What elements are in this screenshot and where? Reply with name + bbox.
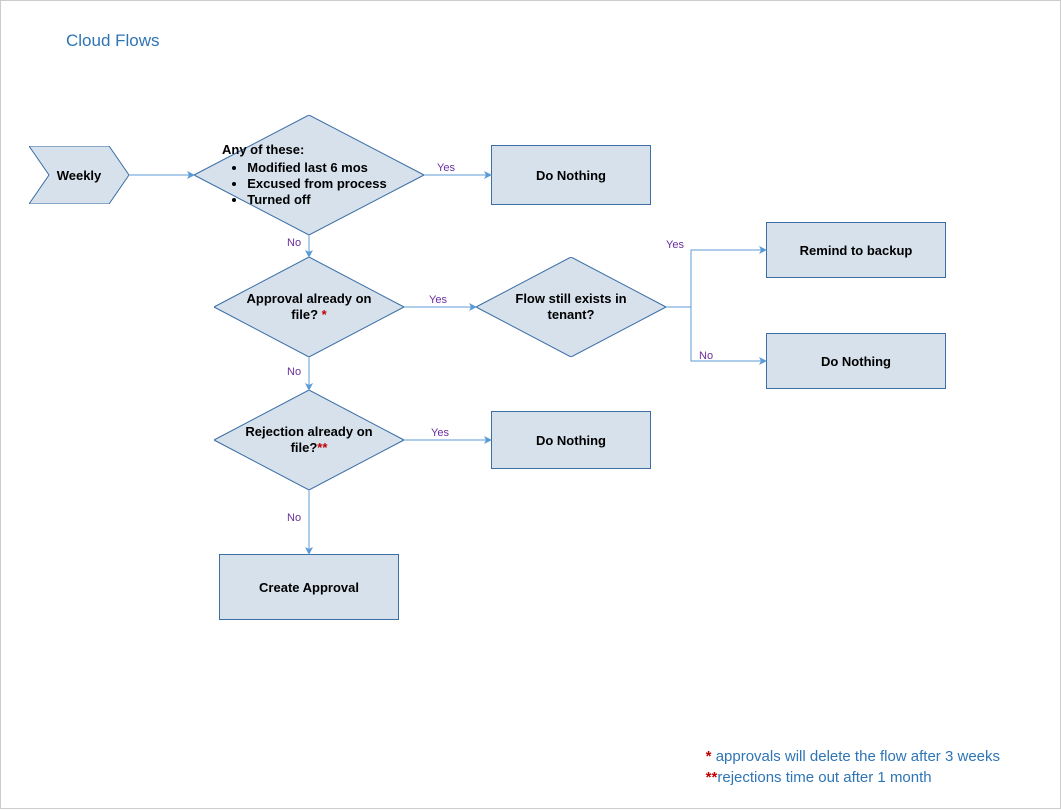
footnotes: * approvals will delete the flow after 3… — [706, 746, 1000, 788]
edge-d3-yes: Yes — [666, 239, 684, 251]
decision-flow-exists: Flow still exists in tenant? — [476, 257, 666, 357]
process-remind-backup: Remind to backup — [766, 222, 946, 278]
footnote-1-text: approvals will delete the flow after 3 w… — [716, 748, 1000, 765]
decision-rejection-on-file: Rejection already on file?** — [214, 390, 404, 490]
decision-any-of-these: Any of these: Modified last 6 mos Excuse… — [194, 115, 424, 235]
process-do-nothing-3: Do Nothing — [491, 411, 651, 469]
edge-d4-yes: Yes — [431, 427, 449, 439]
edge-d2-no: No — [287, 366, 301, 378]
d1-header: Any of these: — [212, 142, 406, 158]
d2-note: * — [322, 307, 327, 322]
d4-note: ** — [317, 440, 327, 455]
d3-text: Flow still exists in tenant? — [494, 291, 648, 324]
d1-bullets: Modified last 6 mos Excused from process… — [231, 160, 386, 209]
arrows-layer — [1, 1, 1061, 810]
edge-d2-yes: Yes — [429, 294, 447, 306]
edge-d1-yes: Yes — [437, 162, 455, 174]
footnote-2-text: rejections time out after 1 month — [717, 769, 931, 786]
page-title: Cloud Flows — [66, 31, 160, 51]
process-do-nothing-2: Do Nothing — [766, 333, 946, 389]
process-create-approval: Create Approval — [219, 554, 399, 620]
start-label: Weekly — [29, 146, 129, 204]
flowchart-canvas: Cloud Flows Weekly Any of these: Modifie… — [0, 0, 1061, 809]
edge-d4-no: No — [287, 512, 301, 524]
decision-approval-on-file: Approval already on file? * — [214, 257, 404, 357]
footnote-1-marker: * — [706, 748, 716, 765]
d2-text: Approval already on file? — [247, 291, 372, 322]
process-do-nothing-1: Do Nothing — [491, 145, 651, 205]
edge-d3-no: No — [699, 350, 713, 362]
d4-text: Rejection already on file? — [245, 424, 372, 455]
edge-d1-no: No — [287, 237, 301, 249]
footnote-2-marker: ** — [706, 769, 718, 786]
